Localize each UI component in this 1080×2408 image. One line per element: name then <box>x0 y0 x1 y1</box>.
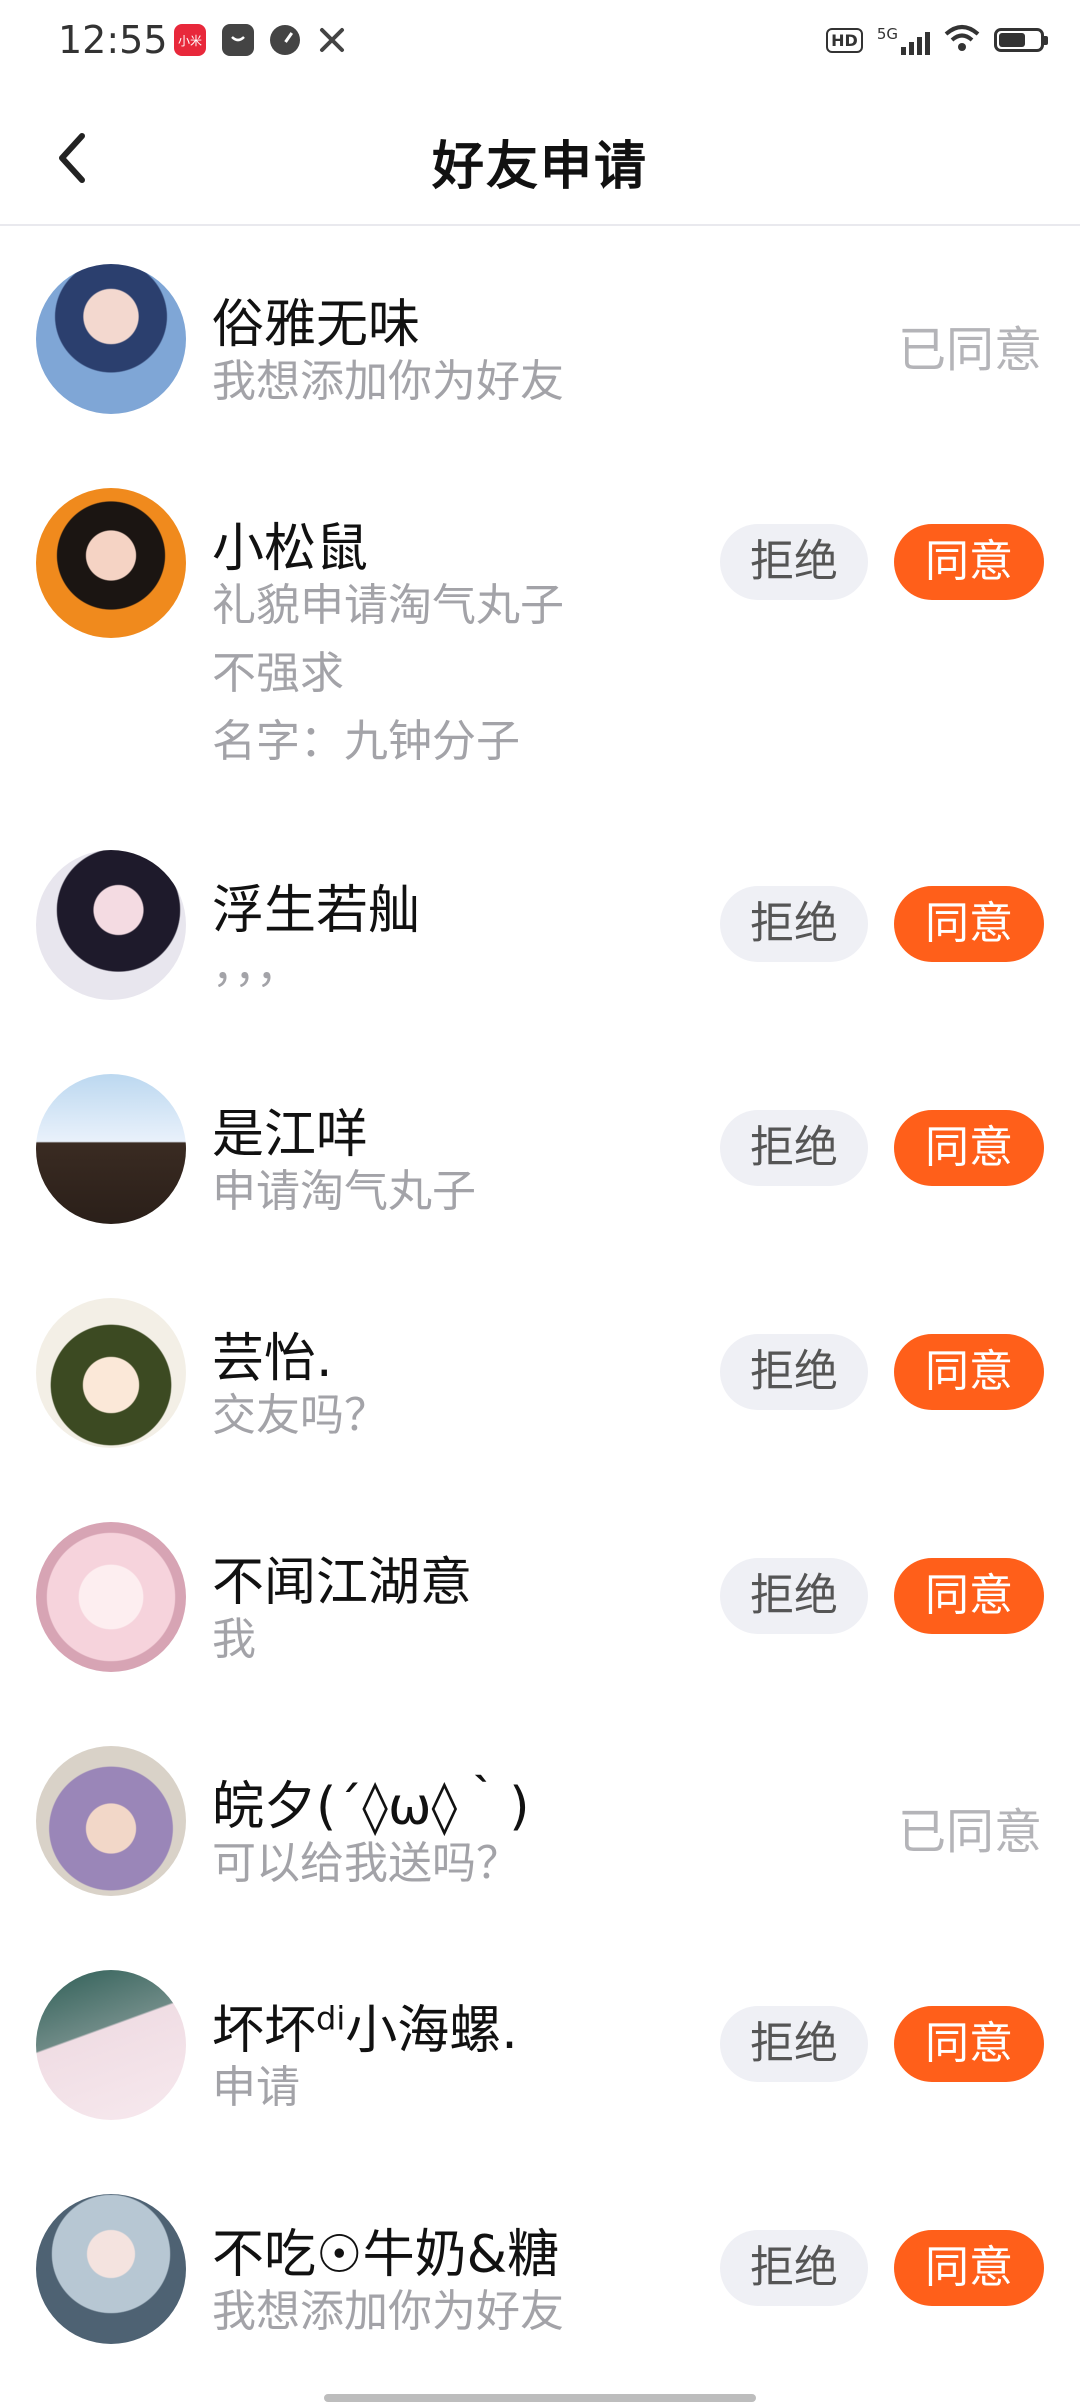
reject-button[interactable]: 拒绝 <box>720 1334 868 1410</box>
battery-icon <box>994 28 1048 52</box>
status-app-icons: 小米 <box>174 24 348 56</box>
requester-name: 浮生若舢 <box>212 881 421 941</box>
reject-button[interactable]: 拒绝 <box>720 524 868 600</box>
requester-name: 俗雅无味 <box>212 295 421 355</box>
reject-button[interactable]: 拒绝 <box>720 2006 868 2082</box>
page-header: 好友申请 <box>0 84 1080 226</box>
avatar[interactable] <box>36 850 186 1000</box>
speed-gauge-icon <box>270 25 300 55</box>
request-message: 申请 <box>212 2062 300 2113</box>
hd-voice-icon: HD <box>826 27 863 53</box>
reject-button[interactable]: 拒绝 <box>720 886 868 962</box>
accept-button[interactable]: 同意 <box>894 524 1044 600</box>
request-message: 可以给我送吗？ <box>212 1838 520 1889</box>
avatar[interactable] <box>36 264 186 414</box>
status-bar: 12:55 小米 HD 5G <box>0 0 1080 84</box>
request-message: 申请淘气丸子 <box>212 1166 476 1217</box>
requester-name: 小松鼠 <box>212 519 369 579</box>
wifi-icon <box>944 24 980 56</box>
accept-button[interactable]: 同意 <box>894 2006 1044 2082</box>
agreed-status: 已同意 <box>897 322 1042 378</box>
requester-name: 不闻江湖意 <box>212 1553 473 1613</box>
accept-button[interactable]: 同意 <box>894 1110 1044 1186</box>
accept-button[interactable]: 同意 <box>894 886 1044 962</box>
request-message: 交友吗？ <box>212 1390 388 1441</box>
requester-name: 不吃☉牛奶&糖 <box>212 2225 560 2285</box>
reject-button[interactable]: 拒绝 <box>720 2230 868 2306</box>
avatar[interactable] <box>36 488 186 638</box>
page-title: 好友申请 <box>431 137 648 197</box>
requester-name: 皖夕(´◊ω◊｀) <box>212 1777 530 1837</box>
avatar[interactable] <box>36 1746 186 1896</box>
accept-button[interactable]: 同意 <box>894 1334 1044 1410</box>
requester-name: 芸怡. <box>212 1329 333 1389</box>
avatar[interactable] <box>36 1074 186 1224</box>
agreed-status: 已同意 <box>897 1804 1042 1860</box>
shop-bag-icon <box>222 24 254 56</box>
status-system-icons: HD 5G <box>826 24 1048 56</box>
mi-app-icon: 小米 <box>174 24 206 56</box>
avatar[interactable] <box>36 2194 186 2344</box>
avatar[interactable] <box>36 1522 186 1672</box>
request-message: 我 <box>212 1614 256 1665</box>
signal-5g-icon: 5G <box>877 25 930 55</box>
request-message: 我想添加你为好友 <box>212 2286 564 2337</box>
requester-name: 坏坏di小海螺. <box>212 1999 518 2061</box>
request-message: 我想添加你为好友 <box>212 356 564 407</box>
request-message: ，，， <box>212 942 300 993</box>
accept-button[interactable]: 同意 <box>894 1558 1044 1634</box>
tools-icon <box>316 24 348 56</box>
avatar[interactable] <box>36 1970 186 2120</box>
status-time: 12:55 <box>58 18 168 62</box>
reject-button[interactable]: 拒绝 <box>720 1110 868 1186</box>
reject-button[interactable]: 拒绝 <box>720 1558 868 1634</box>
request-message: 礼貌申请淘气丸子 不强求 名字：九钟分子 <box>212 580 564 767</box>
requester-name: 是江咩 <box>212 1105 369 1165</box>
home-indicator[interactable] <box>324 2394 756 2402</box>
accept-button[interactable]: 同意 <box>894 2230 1044 2306</box>
avatar[interactable] <box>36 1298 186 1448</box>
